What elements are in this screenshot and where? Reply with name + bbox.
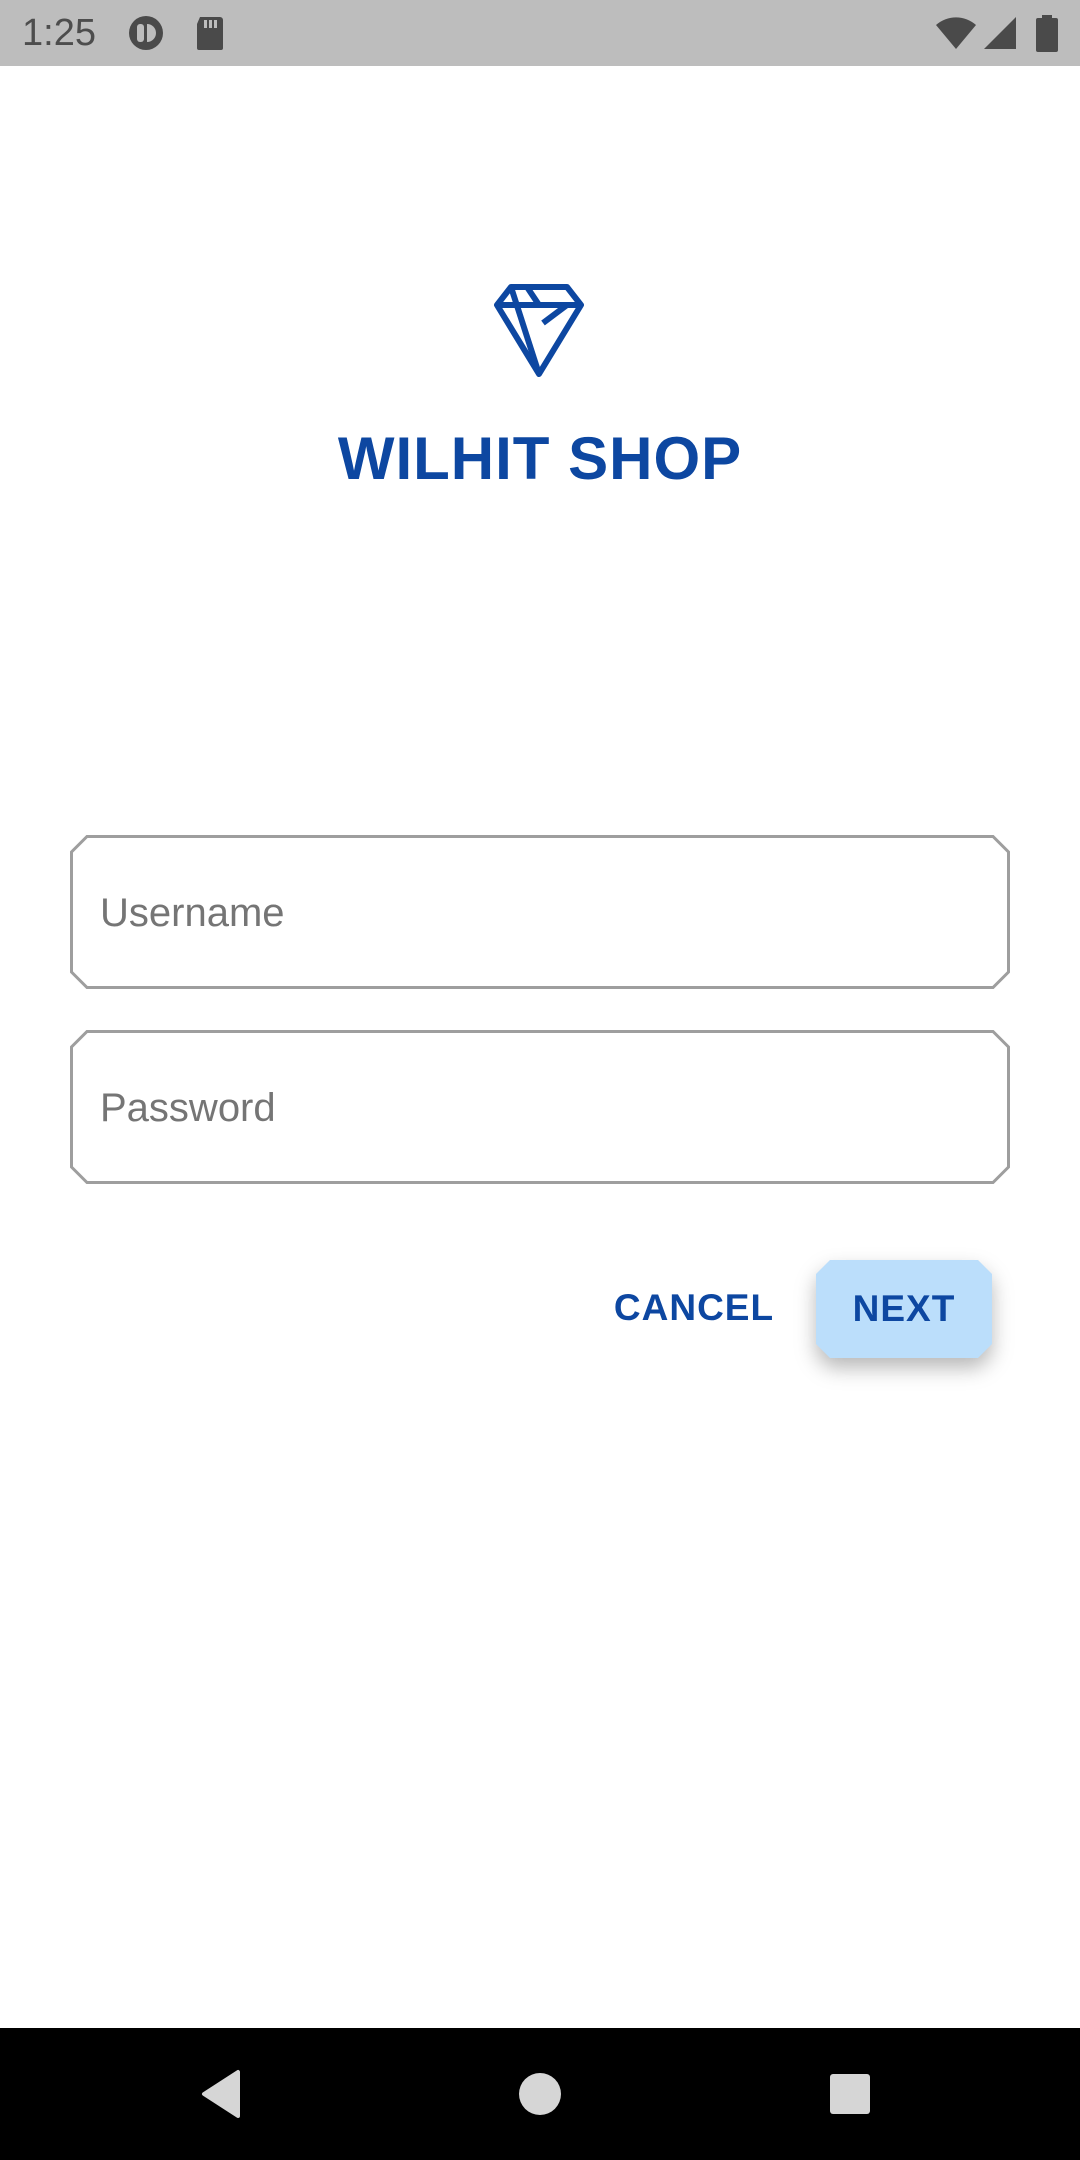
login-screen: 1:25 WILHIT SHOP Username CANCEL NEXT xyxy=(0,0,1080,2160)
next-button-container: NEXT xyxy=(816,1260,992,1358)
diamond-icon xyxy=(491,282,587,378)
password-field[interactable] xyxy=(70,1030,1010,1184)
next-button[interactable]: NEXT xyxy=(816,1260,992,1358)
recents-icon[interactable] xyxy=(820,2064,880,2124)
sd-card-icon xyxy=(190,15,230,51)
battery-icon xyxy=(1034,15,1060,52)
back-icon[interactable] xyxy=(194,2064,254,2124)
home-icon[interactable] xyxy=(510,2064,570,2124)
cellular-signal-icon xyxy=(982,15,1022,51)
status-time: 1:25 xyxy=(22,12,96,54)
username-field[interactable] xyxy=(70,835,1010,989)
username-input[interactable] xyxy=(98,873,982,953)
password-input[interactable] xyxy=(98,1068,982,1148)
cancel-button[interactable]: CANCEL xyxy=(600,1262,788,1354)
brand-title: WILHIT SHOP xyxy=(337,425,743,492)
status-bar: 1:25 xyxy=(0,0,1080,66)
navigation-bar xyxy=(0,2028,1080,2160)
app-notification-icon xyxy=(126,15,166,51)
wifi-icon xyxy=(934,15,976,51)
